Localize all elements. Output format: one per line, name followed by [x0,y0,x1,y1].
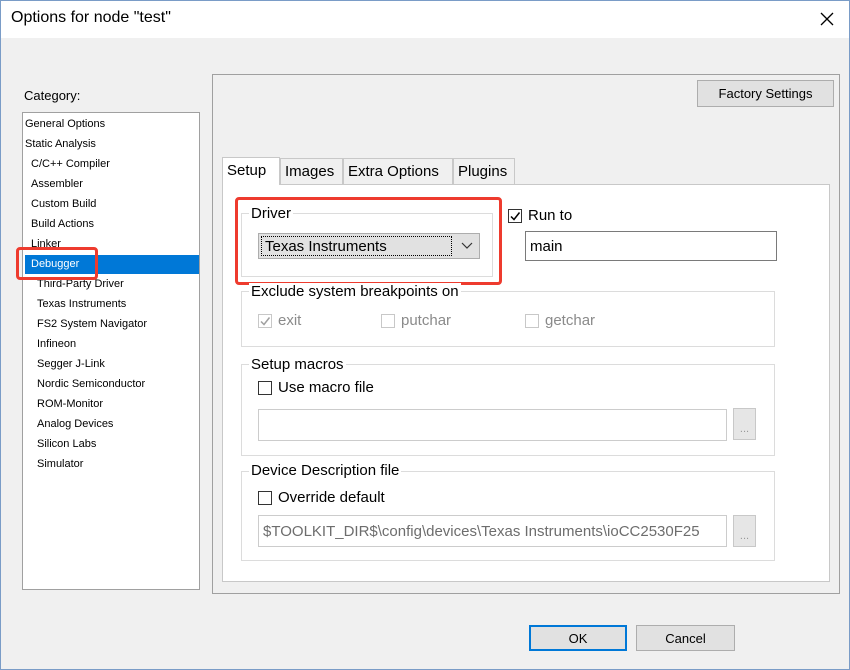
category-assembler[interactable]: Assembler [25,175,199,194]
run-to-label: Run to [528,207,573,224]
tab-images[interactable]: Images [280,158,343,184]
use-macro-checkbox[interactable] [258,380,272,395]
device-description-title: Device Description file [249,462,402,479]
category-rom-monitor[interactable]: ROM-Monitor [25,395,199,414]
macro-file-input[interactable] [258,409,727,441]
exit-checkbox[interactable] [258,313,272,328]
category-nordic-semiconductor[interactable]: Nordic Semiconductor [25,375,199,394]
exit-checkbox-row[interactable]: exit [258,312,301,329]
category-static-analysis[interactable]: Static Analysis [25,135,199,154]
category-fs2-system-navigator[interactable]: FS2 System Navigator [25,315,199,334]
category-custom-build[interactable]: Custom Build [25,195,199,214]
macro-browse-button[interactable]: ... [733,408,756,440]
device-file-input[interactable]: $TOOLKIT_DIR$\config\devices\Texas Instr… [258,515,727,547]
override-default-label: Override default [278,489,385,506]
close-icon [820,12,834,26]
close-button[interactable] [808,0,846,38]
category-label: Category: [24,88,81,103]
chevron-down-icon [455,234,479,258]
run-to-checkbox[interactable] [508,208,522,223]
tab-setup[interactable]: Setup [222,157,280,185]
category-list[interactable]: General Options Static Analysis C/C++ Co… [22,112,200,590]
category-linker[interactable]: Linker [25,235,199,254]
putchar-label: putchar [401,312,452,329]
checkmark-icon [260,316,271,326]
run-to-checkbox-row[interactable]: Run to [508,207,572,224]
setup-macros-title: Setup macros [249,356,346,373]
category-general-options[interactable]: General Options [25,115,199,134]
checkmark-icon [510,211,521,221]
getchar-checkbox[interactable] [525,313,539,328]
driver-group-title: Driver [249,205,293,222]
category-segger-jlink[interactable]: Segger J-Link [25,355,199,374]
window-title: Options for node "test" [11,9,171,26]
cancel-button[interactable]: Cancel [636,625,735,651]
category-infineon[interactable]: Infineon [25,335,199,354]
use-macro-checkbox-row[interactable]: Use macro file [258,379,374,396]
getchar-label: getchar [545,312,596,329]
putchar-checkbox[interactable] [381,313,395,328]
category-third-party-driver[interactable]: Third-Party Driver [25,275,199,294]
getchar-checkbox-row[interactable]: getchar [525,312,595,329]
driver-select[interactable]: Texas Instruments [258,233,480,259]
category-simulator[interactable]: Simulator [25,455,199,474]
run-to-input[interactable]: main [525,231,777,261]
category-c-cpp-compiler[interactable]: C/C++ Compiler [25,155,199,174]
override-default-checkbox-row[interactable]: Override default [258,489,385,506]
putchar-checkbox-row[interactable]: putchar [381,312,451,329]
driver-select-value: Texas Instruments [261,236,452,256]
category-build-actions[interactable]: Build Actions [25,215,199,234]
use-macro-label: Use macro file [278,379,374,396]
exit-label: exit [278,312,302,329]
tab-extra-options[interactable]: Extra Options [343,158,453,184]
ok-button[interactable]: OK [529,625,627,651]
tab-plugins[interactable]: Plugins [453,158,515,184]
factory-settings-button[interactable]: Factory Settings [697,80,834,107]
category-silicon-labs[interactable]: Silicon Labs [25,435,199,454]
category-debugger[interactable]: Debugger [25,255,199,274]
exclude-breakpoints-title: Exclude system breakpoints on [249,283,461,300]
override-default-checkbox[interactable] [258,490,272,505]
category-analog-devices[interactable]: Analog Devices [25,415,199,434]
category-texas-instruments[interactable]: Texas Instruments [25,295,199,314]
device-browse-button[interactable]: ... [733,515,756,547]
